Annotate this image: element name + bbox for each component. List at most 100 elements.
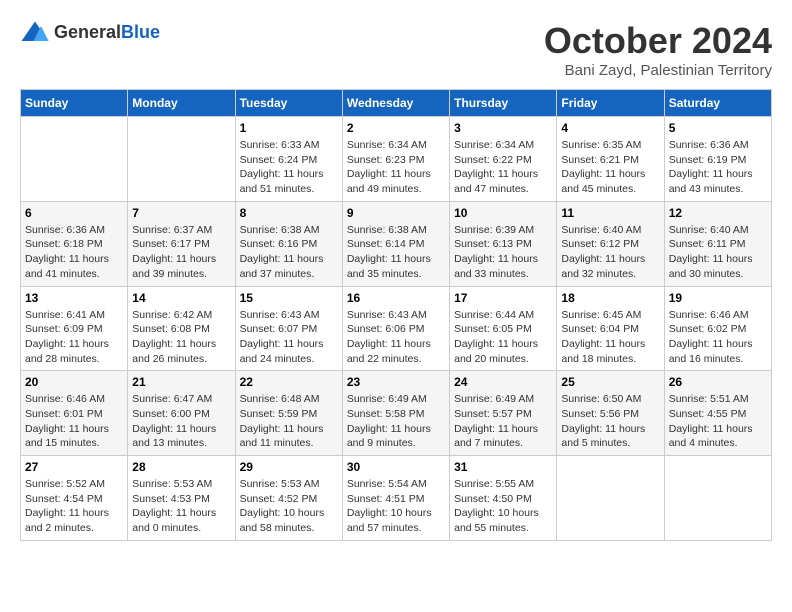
day-number: 22 bbox=[240, 375, 338, 389]
calendar-cell: 24 Sunrise: 6:49 AM Sunset: 5:57 PM Dayli… bbox=[450, 371, 557, 456]
day-number: 1 bbox=[240, 121, 338, 135]
calendar-table: SundayMondayTuesdayWednesdayThursdayFrid… bbox=[20, 89, 772, 541]
calendar-cell: 27 Sunrise: 5:52 AM Sunset: 4:54 PM Dayli… bbox=[21, 456, 128, 541]
calendar-cell: 16 Sunrise: 6:43 AM Sunset: 6:06 PM Dayli… bbox=[342, 286, 449, 371]
logo-icon bbox=[20, 20, 50, 44]
calendar-week-row: 6 Sunrise: 6:36 AM Sunset: 6:18 PM Daylig… bbox=[21, 201, 772, 286]
calendar-cell: 9Sunrise: 6:38 AM Sunset: 6:14 PM Daylig… bbox=[342, 201, 449, 286]
day-number: 28 bbox=[132, 460, 230, 474]
day-info: Sunrise: 5:52 AM Sunset: 4:54 PM Dayligh… bbox=[25, 477, 123, 536]
calendar-cell: 2 Sunrise: 6:34 AM Sunset: 6:23 PM Daylig… bbox=[342, 117, 449, 202]
day-info: Sunrise: 6:46 AM Sunset: 6:02 PM Dayligh… bbox=[669, 308, 767, 367]
day-number: 19 bbox=[669, 291, 767, 305]
weekday-header: Saturday bbox=[664, 90, 771, 117]
day-number: 24 bbox=[454, 375, 552, 389]
logo-general: General bbox=[54, 22, 121, 43]
day-info: Sunrise: 6:43 AM Sunset: 6:07 PM Dayligh… bbox=[240, 308, 338, 367]
day-info: Sunrise: 6:39 AM Sunset: 6:13 PM Dayligh… bbox=[454, 223, 552, 282]
day-info: Sunrise: 6:38 AM Sunset: 6:16 PM Dayligh… bbox=[240, 223, 338, 282]
calendar-week-row: 20 Sunrise: 6:46 AM Sunset: 6:01 PM Dayli… bbox=[21, 371, 772, 456]
day-info: Sunrise: 6:41 AM Sunset: 6:09 PM Dayligh… bbox=[25, 308, 123, 367]
calendar-cell: 7 Sunrise: 6:37 AM Sunset: 6:17 PM Daylig… bbox=[128, 201, 235, 286]
day-number: 16 bbox=[347, 291, 445, 305]
calendar-cell: 28 Sunrise: 5:53 AM Sunset: 4:53 PM Dayli… bbox=[128, 456, 235, 541]
calendar-cell: 19 Sunrise: 6:46 AM Sunset: 6:02 PM Dayli… bbox=[664, 286, 771, 371]
calendar-cell bbox=[664, 456, 771, 541]
day-number: 17 bbox=[454, 291, 552, 305]
calendar-cell: 17 Sunrise: 6:44 AM Sunset: 6:05 PM Dayli… bbox=[450, 286, 557, 371]
calendar-cell: 20 Sunrise: 6:46 AM Sunset: 6:01 PM Dayli… bbox=[21, 371, 128, 456]
day-info: Sunrise: 5:53 AM Sunset: 4:53 PM Dayligh… bbox=[132, 477, 230, 536]
calendar-cell: 8 Sunrise: 6:38 AM Sunset: 6:16 PM Daylig… bbox=[235, 201, 342, 286]
calendar-cell: 23Sunrise: 6:49 AM Sunset: 5:58 PM Dayli… bbox=[342, 371, 449, 456]
page-header: General Blue October 2024 Bani Zayd, Pal… bbox=[20, 20, 772, 79]
logo: General Blue bbox=[20, 20, 160, 44]
day-number: 5 bbox=[669, 121, 767, 135]
day-info: Sunrise: 6:46 AM Sunset: 6:01 PM Dayligh… bbox=[25, 392, 123, 451]
day-number: 20 bbox=[25, 375, 123, 389]
calendar-cell: 25 Sunrise: 6:50 AM Sunset: 5:56 PM Dayli… bbox=[557, 371, 664, 456]
calendar-cell bbox=[557, 456, 664, 541]
day-info: Sunrise: 6:43 AM Sunset: 6:06 PM Dayligh… bbox=[347, 308, 445, 367]
calendar-week-row: 13 Sunrise: 6:41 AM Sunset: 6:09 PM Dayli… bbox=[21, 286, 772, 371]
day-number: 23 bbox=[347, 375, 445, 389]
day-number: 15 bbox=[240, 291, 338, 305]
day-info: Sunrise: 6:42 AM Sunset: 6:08 PM Dayligh… bbox=[132, 308, 230, 367]
calendar-cell bbox=[21, 117, 128, 202]
day-info: Sunrise: 5:55 AM Sunset: 4:50 PM Dayligh… bbox=[454, 477, 552, 536]
weekday-header: Thursday bbox=[450, 90, 557, 117]
title-block: October 2024 Bani Zayd, Palestinian Terr… bbox=[544, 20, 772, 79]
day-info: Sunrise: 6:33 AM Sunset: 6:24 PM Dayligh… bbox=[240, 138, 338, 197]
day-info: Sunrise: 6:37 AM Sunset: 6:17 PM Dayligh… bbox=[132, 223, 230, 282]
day-info: Sunrise: 5:53 AM Sunset: 4:52 PM Dayligh… bbox=[240, 477, 338, 536]
day-number: 30 bbox=[347, 460, 445, 474]
calendar-cell: 13 Sunrise: 6:41 AM Sunset: 6:09 PM Dayli… bbox=[21, 286, 128, 371]
day-info: Sunrise: 6:40 AM Sunset: 6:12 PM Dayligh… bbox=[561, 223, 659, 282]
day-number: 14 bbox=[132, 291, 230, 305]
day-number: 7 bbox=[132, 206, 230, 220]
day-info: Sunrise: 5:51 AM Sunset: 4:55 PM Dayligh… bbox=[669, 392, 767, 451]
day-info: Sunrise: 6:50 AM Sunset: 5:56 PM Dayligh… bbox=[561, 392, 659, 451]
calendar-cell: 14 Sunrise: 6:42 AM Sunset: 6:08 PM Dayli… bbox=[128, 286, 235, 371]
day-info: Sunrise: 6:44 AM Sunset: 6:05 PM Dayligh… bbox=[454, 308, 552, 367]
day-info: Sunrise: 6:48 AM Sunset: 5:59 PM Dayligh… bbox=[240, 392, 338, 451]
day-info: Sunrise: 5:54 AM Sunset: 4:51 PM Dayligh… bbox=[347, 477, 445, 536]
weekday-header: Sunday bbox=[21, 90, 128, 117]
day-number: 13 bbox=[25, 291, 123, 305]
day-info: Sunrise: 6:34 AM Sunset: 6:23 PM Dayligh… bbox=[347, 138, 445, 197]
day-number: 2 bbox=[347, 121, 445, 135]
day-number: 27 bbox=[25, 460, 123, 474]
calendar-cell: 4Sunrise: 6:35 AM Sunset: 6:21 PM Daylig… bbox=[557, 117, 664, 202]
calendar-cell: 15 Sunrise: 6:43 AM Sunset: 6:07 PM Dayli… bbox=[235, 286, 342, 371]
day-info: Sunrise: 6:36 AM Sunset: 6:18 PM Dayligh… bbox=[25, 223, 123, 282]
calendar-week-row: 27 Sunrise: 5:52 AM Sunset: 4:54 PM Dayli… bbox=[21, 456, 772, 541]
weekday-header-row: SundayMondayTuesdayWednesdayThursdayFrid… bbox=[21, 90, 772, 117]
calendar-cell bbox=[128, 117, 235, 202]
day-info: Sunrise: 6:49 AM Sunset: 5:57 PM Dayligh… bbox=[454, 392, 552, 451]
day-number: 26 bbox=[669, 375, 767, 389]
location-title: Bani Zayd, Palestinian Territory bbox=[544, 62, 772, 79]
calendar-cell: 10Sunrise: 6:39 AM Sunset: 6:13 PM Dayli… bbox=[450, 201, 557, 286]
day-info: Sunrise: 6:47 AM Sunset: 6:00 PM Dayligh… bbox=[132, 392, 230, 451]
logo-blue: Blue bbox=[121, 22, 160, 43]
day-number: 31 bbox=[454, 460, 552, 474]
day-number: 29 bbox=[240, 460, 338, 474]
day-info: Sunrise: 6:40 AM Sunset: 6:11 PM Dayligh… bbox=[669, 223, 767, 282]
calendar-cell: 21Sunrise: 6:47 AM Sunset: 6:00 PM Dayli… bbox=[128, 371, 235, 456]
day-info: Sunrise: 6:35 AM Sunset: 6:21 PM Dayligh… bbox=[561, 138, 659, 197]
calendar-cell: 30 Sunrise: 5:54 AM Sunset: 4:51 PM Dayli… bbox=[342, 456, 449, 541]
weekday-header: Friday bbox=[557, 90, 664, 117]
weekday-header: Wednesday bbox=[342, 90, 449, 117]
day-info: Sunrise: 6:38 AM Sunset: 6:14 PM Dayligh… bbox=[347, 223, 445, 282]
day-number: 11 bbox=[561, 206, 659, 220]
calendar-cell: 5Sunrise: 6:36 AM Sunset: 6:19 PM Daylig… bbox=[664, 117, 771, 202]
calendar-cell: 18Sunrise: 6:45 AM Sunset: 6:04 PM Dayli… bbox=[557, 286, 664, 371]
weekday-header: Monday bbox=[128, 90, 235, 117]
day-number: 3 bbox=[454, 121, 552, 135]
calendar-cell: 26 Sunrise: 5:51 AM Sunset: 4:55 PM Dayli… bbox=[664, 371, 771, 456]
day-number: 6 bbox=[25, 206, 123, 220]
calendar-cell: 1 Sunrise: 6:33 AM Sunset: 6:24 PM Daylig… bbox=[235, 117, 342, 202]
day-number: 8 bbox=[240, 206, 338, 220]
day-number: 25 bbox=[561, 375, 659, 389]
day-info: Sunrise: 6:45 AM Sunset: 6:04 PM Dayligh… bbox=[561, 308, 659, 367]
